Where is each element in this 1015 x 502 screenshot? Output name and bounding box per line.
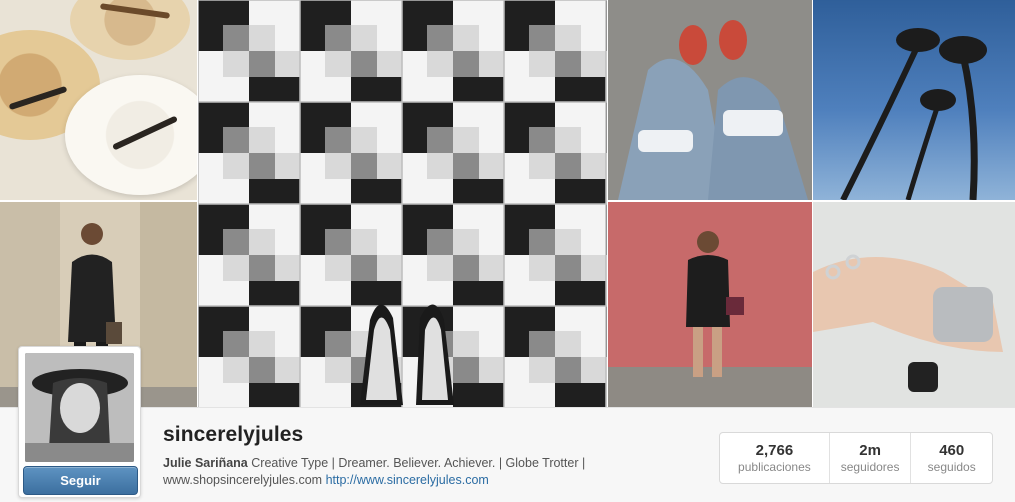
stat-value: 460 bbox=[939, 441, 965, 459]
profile-avatar-card: Seguir bbox=[18, 346, 141, 498]
stat-following[interactable]: 460 seguidos bbox=[911, 433, 992, 483]
tile-pattern bbox=[198, 0, 607, 407]
rings-illustration bbox=[813, 202, 1015, 407]
profile-full-name: Julie Sariñana bbox=[163, 456, 248, 470]
profile-stats: 2,766 publicaciones 2m seguidores 460 se… bbox=[719, 432, 993, 484]
photo-rings-bracelets[interactable] bbox=[813, 202, 1015, 407]
profile-website-link[interactable]: http://www.sincerelyjules.com bbox=[326, 473, 489, 487]
avatar-illustration bbox=[25, 353, 134, 462]
stat-followers[interactable]: 2m seguidores bbox=[830, 433, 912, 483]
stat-label: publicaciones bbox=[738, 459, 811, 474]
stat-value: 2,766 bbox=[755, 441, 794, 459]
avatar[interactable] bbox=[25, 353, 134, 462]
follow-button[interactable]: Seguir bbox=[23, 466, 138, 495]
stat-posts[interactable]: 2,766 publicaciones bbox=[720, 433, 830, 483]
stat-value: 2m bbox=[859, 441, 881, 459]
photo-tiled-floor[interactable] bbox=[198, 0, 607, 407]
photo-brick-wall-outfit[interactable] bbox=[608, 202, 812, 407]
palm-illustration bbox=[840, 28, 987, 200]
stat-label: seguidos bbox=[927, 459, 976, 474]
stat-label: seguidores bbox=[840, 459, 900, 474]
photo-palm-trees[interactable] bbox=[813, 0, 1015, 200]
cover-photo-mosaic bbox=[0, 0, 1015, 407]
photo-hats[interactable] bbox=[0, 0, 197, 200]
profile-username: sincerelyjules bbox=[163, 423, 304, 446]
brick-illustration bbox=[608, 202, 812, 407]
profile-bio: Julie Sariñana Creative Type | Dreamer. … bbox=[163, 455, 718, 489]
jeans-illustration bbox=[608, 0, 812, 200]
photo-ripped-jeans[interactable] bbox=[608, 0, 812, 200]
